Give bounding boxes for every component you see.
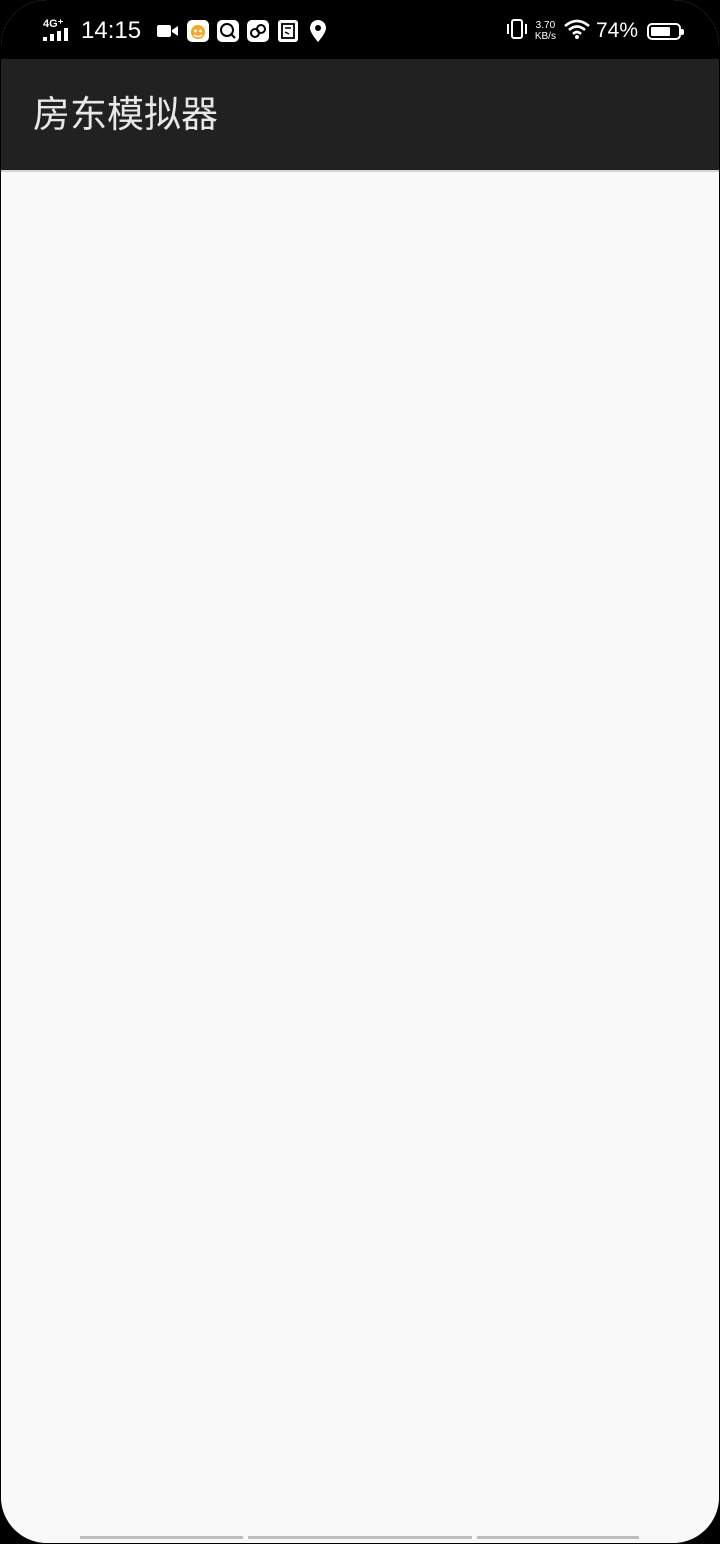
network-speed-value: 3.70 xyxy=(535,20,556,31)
battery-tip xyxy=(681,28,684,35)
wifi-icon xyxy=(564,19,590,43)
phone-frame: 4G⁺ 14:15 3.70 KB/s 74% 房东模拟器 xyxy=(0,0,720,1544)
notes-app-icon xyxy=(277,20,299,42)
network-speed: 3.70 KB/s xyxy=(535,20,556,42)
app-bar: 房东模拟器 xyxy=(1,59,719,170)
search-du-icon xyxy=(217,20,240,42)
screen: 4G⁺ 14:15 3.70 KB/s 74% 房东模拟器 xyxy=(1,0,719,1543)
status-bar-left: 4G⁺ 14:15 xyxy=(41,14,329,48)
link-app-icon xyxy=(247,20,270,42)
bottom-edge-strokes xyxy=(1,1536,719,1540)
battery-level-fill xyxy=(651,26,670,36)
status-bar-right: 3.70 KB/s 74% xyxy=(505,14,684,48)
status-bar: 4G⁺ 14:15 3.70 KB/s 74% xyxy=(1,0,719,59)
battery-percent: 74% xyxy=(595,19,638,42)
clock: 14:15 xyxy=(81,17,142,44)
video-camera-icon xyxy=(157,20,179,42)
ucloud-app-icon xyxy=(187,20,210,42)
app-title: 房东模拟器 xyxy=(33,93,218,136)
vibrate-icon xyxy=(505,18,529,44)
location-du-icon xyxy=(307,20,329,42)
network-speed-unit: KB/s xyxy=(534,31,556,42)
cellular-signal-icon: 4G⁺ xyxy=(41,17,77,45)
battery-icon xyxy=(647,22,684,40)
main-content xyxy=(1,172,719,1543)
